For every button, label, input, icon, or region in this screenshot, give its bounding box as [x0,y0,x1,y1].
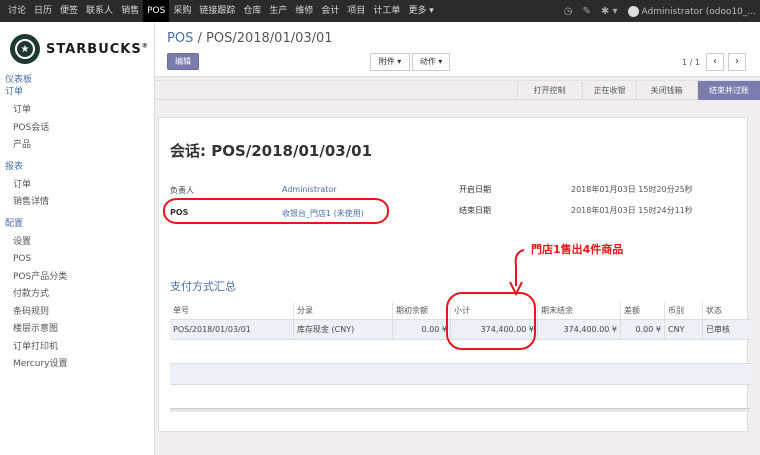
column-header-6[interactable]: 币别 [664,302,702,319]
avatar [627,5,639,17]
responsible-value[interactable]: Administrator [282,185,337,194]
breadcrumb-separator: / [197,31,202,46]
pager-previous-button[interactable]: ‹ [706,53,724,71]
table-footer [170,408,750,412]
sidebar-item-1-2[interactable]: 产品 [0,137,155,155]
sidebar-item-2-1[interactable]: 销售详情 [0,194,155,212]
sidebar-item-3-7[interactable]: Mercury设置 [0,356,155,374]
responsible-label: 负责人 [170,186,194,195]
attachment-dropdown[interactable]: 附件 ▾ [370,53,410,71]
app-menu: 讨论 日历 便签 联系人 销售 POS 采购 链接跟踪 仓库 生产 维修 会计 项目 计工单 更多 ▾ [0,0,438,22]
control-panel: POS / POS/2018/01/03/01 编辑 附件 ▾ 动作 ▾ 1 /… [155,22,760,77]
sidebar-group-2: 报表 [5,161,24,172]
table-cell-4: 374,400.00 ¥ [537,320,620,339]
pager-next-button[interactable]: › [728,53,746,71]
pager: 1 / 1 ‹ › [682,53,746,71]
breadcrumb-current: POS/2018/01/03/01 [206,31,333,46]
sidebar-item-3-3[interactable]: 付款方式 [0,286,155,304]
column-header-0[interactable]: 单号 [170,302,293,319]
sidebar-item-3-5[interactable]: 楼层示意图 [0,321,155,339]
top-navbar: 讨论 日历 便签 联系人 销售 POS 采购 链接跟踪 仓库 生产 维修 会计 项目 计工单 更多 ▾ ◷ … [0,0,760,22]
menu-item-2[interactable]: 便签 [56,0,82,22]
starbucks-siren-icon: ★ [10,34,40,64]
menu-item-13[interactable]: 计工单 [369,0,404,22]
sidebar-group-3: 配置 [5,218,24,229]
bug-icon[interactable]: ✱ ▾ [601,6,618,17]
table-cell-1: 库存现金 (CNY) [293,320,392,339]
sidebar-item-3-1[interactable]: POS [0,251,155,269]
menu-item-10[interactable]: 维修 [291,0,317,22]
annotation-ellipse-subtotal [446,292,536,350]
status-step-1[interactable]: 正在收银 [582,81,636,100]
main-content: POS / POS/2018/01/03/01 编辑 附件 ▾ 动作 ▾ 1 /… [155,22,760,455]
session-title: 会话: POS/2018/01/03/01 [170,142,373,160]
table-cell-5: 0.00 ¥ [620,320,664,339]
table-empty-row [170,363,750,385]
user-name: Administrator (odoo10_... [641,6,757,17]
company-logo: ★ STARBUCKS® [10,34,149,64]
column-header-1[interactable]: 分录 [293,302,392,319]
menu-item-12[interactable]: 项目 [343,0,369,22]
menu-item-4[interactable]: 销售 [117,0,143,22]
status-step-2[interactable]: 关闭钱箱 [636,81,696,100]
sidebar-item-3-2[interactable]: POS产品分类 [0,269,155,287]
table-cell-6: CNY [664,320,702,339]
annotation-ellipse-pos [163,198,389,224]
action-dropdown[interactable]: 动作 ▾ [412,53,450,71]
pager-value[interactable]: 1 / 1 [682,58,700,67]
menu-item-11[interactable]: 会计 [317,0,343,22]
column-header-7[interactable]: 状态 [702,302,750,319]
menu-item-3[interactable]: 联系人 [82,0,117,22]
column-header-2[interactable]: 期初余额 [392,302,450,319]
menu-item-9[interactable]: 生产 [265,0,291,22]
breadcrumb-pos-link[interactable]: POS [167,31,193,46]
sidebar-item-3-0[interactable]: 设置 [0,234,155,252]
status-step-0[interactable]: 打开控制 [517,81,581,100]
breadcrumb: POS / POS/2018/01/03/01 [167,31,333,46]
menu-item-5[interactable]: POS [143,0,170,22]
column-header-4[interactable]: 期末结余 [537,302,620,319]
menu-item-14[interactable]: 更多 ▾ [404,0,437,22]
user-menu[interactable]: Administrator (odoo10_... [627,5,757,17]
menu-item-0[interactable]: 讨论 [4,0,30,22]
status-bar: 打开控制 正在收银 关闭钱箱 结束并过账 [155,80,760,100]
sidebar-item-3-6[interactable]: 订单打印机 [0,339,155,357]
sidebar: ★ STARBUCKS® 仪表板 订单 订单 POS会话 产品 报表 订单 销售详情 配置 设置 P… [0,22,155,455]
table-cell-2: 0.00 ¥ [392,320,450,339]
sidebar-group-1: 订单 [5,87,24,97]
sidebar-menu: 仪表板 订单 订单 POS会话 产品 报表 订单 销售详情 配置 设置 POS POS产品分类 付款方式… [0,74,155,374]
edit-button[interactable]: 编辑 [167,53,199,70]
logo-text: STARBUCKS® [46,41,149,57]
status-step-3[interactable]: 结束并过账 [697,81,760,100]
sidebar-item-2-0[interactable]: 订单 [0,177,155,195]
sidebar-item-1-0[interactable]: 订单 [0,102,155,120]
close-date-value: 2018年01月03日 15时24分11秒 [571,206,693,215]
sidebar-item-1-1[interactable]: POS会话 [0,120,155,138]
table-cell-7: 已审核 [702,320,750,339]
sidebar-item-3-4[interactable]: 条码规则 [0,304,155,322]
clock-icon[interactable]: ◷ [564,6,573,17]
topbar-right: ◷ ✎ ✱ ▾ Administrator (odoo10_... [564,0,756,22]
payment-summary-title: 支付方式汇总 [170,280,236,293]
menu-item-6[interactable]: 采购 [169,0,195,22]
annotation-arrow-icon [509,249,525,297]
form-sheet: 会话: POS/2018/01/03/01 负责人 Administrator … [158,117,750,432]
menu-item-8[interactable]: 仓库 [239,0,265,22]
menu-item-7[interactable]: 链接跟踪 [195,0,239,22]
open-date-value: 2018年01月03日 15时20分25秒 [571,185,693,194]
open-date-label: 开启日期 [459,185,491,194]
chat-icon[interactable]: ✎ [583,6,591,17]
table-cell-0: POS/2018/01/03/01 [173,325,251,334]
column-header-5[interactable]: 差额 [620,302,664,319]
sidebar-group-0[interactable]: 仪表板 [0,74,155,86]
annotation-text: 門店1售出4件商品 [531,243,624,256]
close-date-label: 结束日期 [459,206,491,215]
menu-item-1[interactable]: 日历 [30,0,56,22]
